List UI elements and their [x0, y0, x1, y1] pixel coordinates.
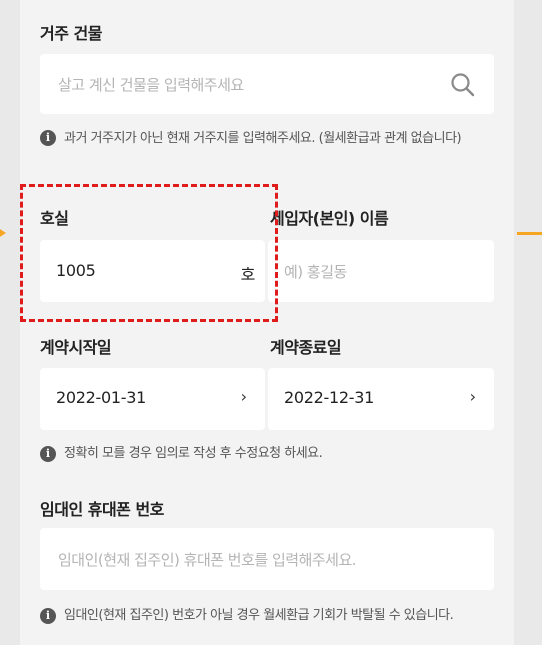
contract-note: 정확히 모를 경우 임의로 작성 후 수정요청 하세요. [64, 446, 323, 461]
landlord-phone-placeholder: 임대인(현재 집주인) 휴대폰 번호를 입력해주세요. [58, 551, 357, 569]
info-icon: i [40, 130, 56, 146]
contract-start-field[interactable]: 2022-01-31 › [40, 368, 265, 430]
highlight-box [20, 184, 278, 322]
tenant-name-field[interactable]: 예) 홍길동 [268, 240, 494, 302]
contract-start-value: 2022-01-31 [56, 388, 146, 407]
building-label: 거주 건물 [40, 24, 102, 43]
search-icon[interactable] [450, 72, 476, 98]
chevron-right-icon: › [469, 387, 476, 406]
contract-end-label: 계약종료일 [270, 338, 342, 357]
landlord-phone-label: 임대인 휴대폰 번호 [40, 500, 164, 519]
arrow-indicator-right [517, 232, 542, 235]
arrow-indicator-left [0, 224, 6, 242]
landlord-note: 임대인(현재 집주인) 번호가 아닐 경우 월세환급 기회가 박탈될 수 있습니… [64, 608, 454, 623]
tenant-name-placeholder: 예) 홍길동 [284, 263, 347, 281]
landlord-phone-field[interactable]: 임대인(현재 집주인) 휴대폰 번호를 입력해주세요. [40, 528, 494, 590]
info-icon: i [40, 608, 56, 624]
contract-end-value: 2022-12-31 [284, 388, 374, 407]
chevron-right-icon: › [240, 387, 247, 406]
building-note: 과거 거주지가 아닌 현재 거주지를 입력해주세요. (월세환급과 관계 없습니… [64, 131, 462, 146]
info-icon: i [40, 446, 56, 462]
building-search-field[interactable]: 살고 계신 건물을 입력해주세요 [40, 54, 494, 114]
building-search-placeholder: 살고 계신 건물을 입력해주세요 [58, 76, 244, 94]
contract-start-label: 계약시작일 [40, 338, 112, 357]
tenant-name-label: 세입자(본인) 이름 [270, 209, 389, 228]
contract-end-field[interactable]: 2022-12-31 › [268, 368, 494, 430]
